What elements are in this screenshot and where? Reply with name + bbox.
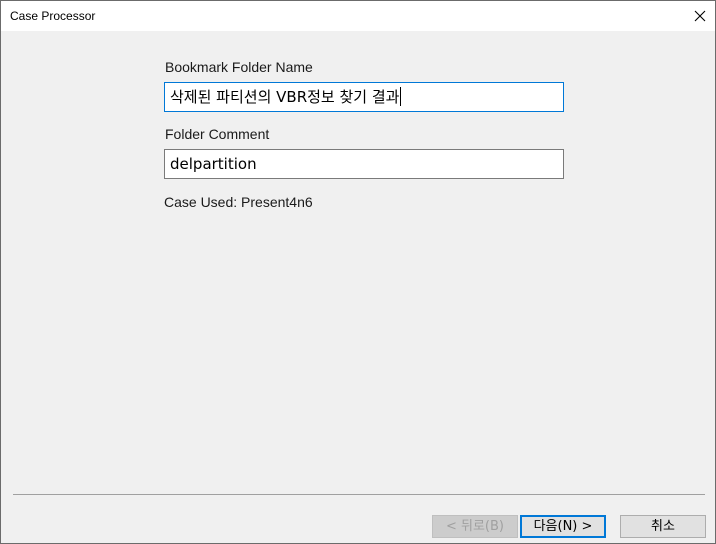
next-button[interactable]: 다음(N) > xyxy=(520,515,606,538)
title-bar: Case Processor xyxy=(1,1,715,31)
window-title: Case Processor xyxy=(10,9,96,23)
folder-comment-value: delpartition xyxy=(170,155,257,173)
text-caret xyxy=(400,87,402,106)
case-used-text: Case Used: Present4n6 xyxy=(164,194,313,210)
folder-comment-label: Folder Comment xyxy=(165,126,270,142)
folder-comment-field[interactable]: delpartition xyxy=(164,149,564,179)
close-icon xyxy=(694,10,706,22)
bookmark-folder-name-label: Bookmark Folder Name xyxy=(165,59,313,75)
close-button[interactable] xyxy=(685,1,715,31)
bookmark-folder-name-field[interactable]: 삭제된 파티션의 VBR정보 찾기 결과 xyxy=(164,82,564,112)
case-processor-dialog: Case Processor Bookmark Folder Name 삭제된 … xyxy=(0,0,716,544)
back-button[interactable]: < 뒤로(B) xyxy=(432,515,518,538)
footer-separator xyxy=(13,494,705,495)
cancel-button[interactable]: 취소 xyxy=(620,515,706,538)
bookmark-folder-name-value: 삭제된 파티션의 VBR정보 찾기 결과 xyxy=(170,88,400,106)
